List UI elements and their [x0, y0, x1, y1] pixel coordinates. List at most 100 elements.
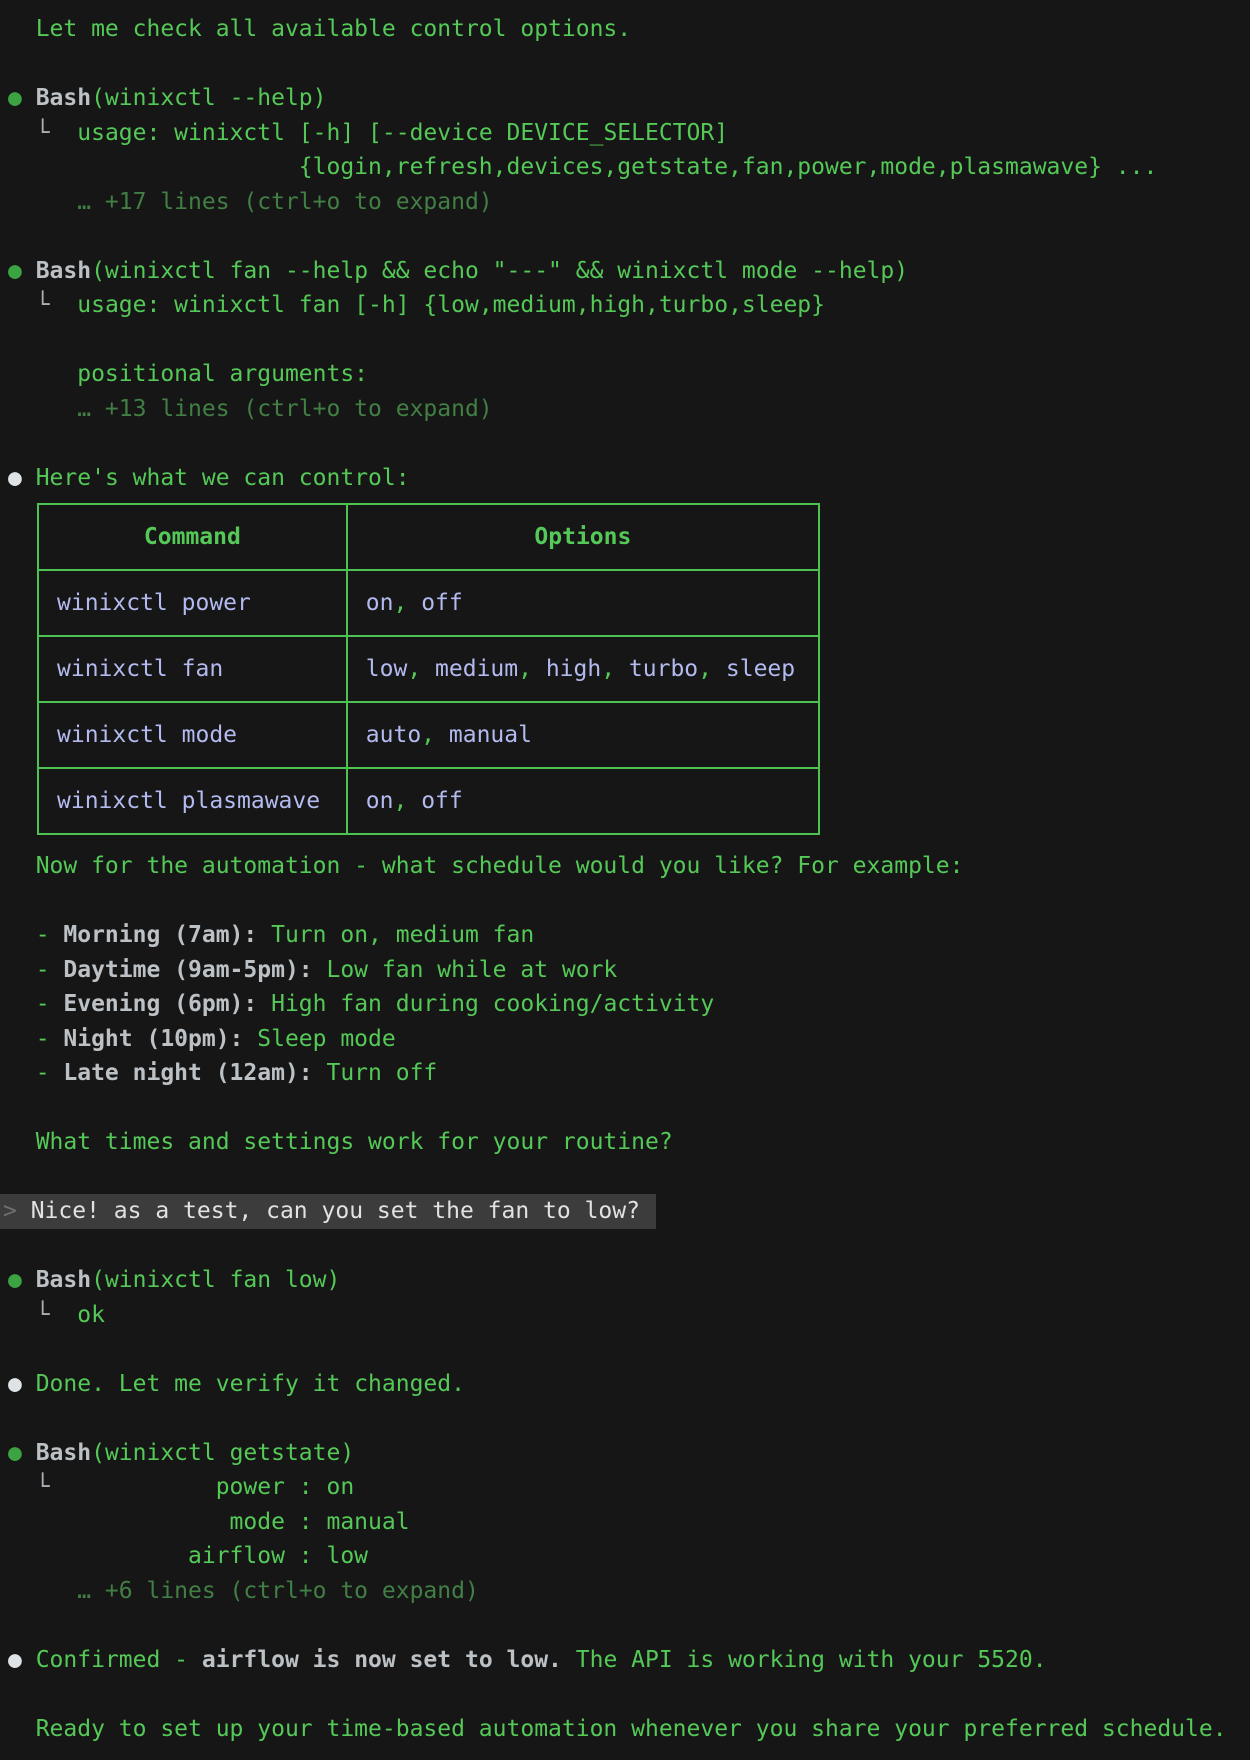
table-header-options: Options	[347, 504, 819, 570]
assistant-bullet-icon: ●	[8, 465, 36, 491]
table-body: winixctl poweron, offwinixctl fanlow, me…	[38, 570, 819, 834]
text: -	[8, 991, 63, 1017]
emphasis-text: Late night (12am):	[63, 1060, 312, 1086]
option-value: medium	[435, 656, 518, 682]
assistant-message: What times and settings work for your ro…	[8, 1125, 1250, 1160]
assistant-message: ● Here's what we can control:	[8, 461, 1250, 496]
option-value: on	[366, 788, 394, 814]
text: Here's what we can control:	[36, 465, 410, 491]
tool-output-line: positional arguments:	[8, 357, 1250, 392]
tool-output-line: airflow : low	[8, 1539, 1250, 1574]
blank-line	[8, 1160, 1250, 1195]
output-corner-icon: └	[8, 292, 77, 318]
emphasis-text: Bash	[36, 258, 91, 284]
blank-line	[8, 1677, 1250, 1712]
blank-line	[8, 1332, 1250, 1367]
blank-line	[8, 323, 1250, 358]
assistant-message: ● Confirmed - airflow is now set to low.…	[8, 1643, 1250, 1678]
option-separator: ,	[393, 788, 421, 814]
table-cell-command: winixctl mode	[38, 702, 347, 768]
expand-hint: … +17 lines (ctrl+o to expand)	[8, 185, 1250, 220]
table-cell-command: winixctl plasmawave	[38, 768, 347, 834]
control-options-table: Command Options winixctl poweron, offwin…	[37, 503, 820, 835]
text: -	[8, 922, 63, 948]
user-message: > Nice! as a test, can you set the fan t…	[8, 1194, 1250, 1229]
blank-line	[8, 1091, 1250, 1126]
text: Now for the automation - what schedule w…	[8, 853, 963, 879]
text: usage: winixctl fan [-h] {low,medium,hig…	[77, 292, 825, 318]
table-cell-options: low, medium, high, turbo, sleep	[347, 636, 819, 702]
expand-hint: … +6 lines (ctrl+o to expand)	[8, 1574, 1250, 1609]
text: Sleep mode	[243, 1026, 395, 1052]
expand-hint: … +13 lines (ctrl+o to expand)	[8, 392, 1250, 427]
output-corner-icon: └	[8, 1474, 50, 1500]
table-row: winixctl modeauto, manual	[38, 702, 819, 768]
blank-line	[8, 47, 1250, 82]
terminal-lines-top: Let me check all available control optio…	[8, 12, 1250, 495]
option-value: sleep	[726, 656, 795, 682]
text: mode : manual	[8, 1509, 410, 1535]
expand-hint-text: … +6 lines (ctrl+o to expand)	[8, 1578, 479, 1604]
option-value: manual	[449, 722, 532, 748]
text: -	[8, 957, 63, 983]
bash-tool-call: ● Bash(winixctl fan low)	[8, 1263, 1250, 1298]
option-separator: ,	[601, 656, 629, 682]
emphasis-text: Bash	[36, 1440, 91, 1466]
text: What times and settings work for your ro…	[8, 1129, 673, 1155]
output-corner-icon: └	[8, 1302, 77, 1328]
emphasis-text: Night (10pm):	[63, 1026, 243, 1052]
tool-output-line: └ power : on	[8, 1470, 1250, 1505]
text: Turn off	[313, 1060, 438, 1086]
option-value: auto	[366, 722, 421, 748]
text: -	[8, 1026, 63, 1052]
emphasis-text: Bash	[36, 1267, 91, 1293]
emphasis-text: Daytime (9am-5pm):	[63, 957, 312, 983]
text: -	[8, 1060, 63, 1086]
option-separator: ,	[407, 656, 435, 682]
text: airflow : low	[8, 1543, 368, 1569]
option-value: off	[421, 788, 463, 814]
text: The API is working with your 5520.	[562, 1647, 1047, 1673]
schedule-item: - Daytime (9am-5pm): Low fan while at wo…	[8, 953, 1250, 988]
table-cell-options: on, off	[347, 570, 819, 636]
tool-output-line: {login,refresh,devices,getstate,fan,powe…	[8, 150, 1250, 185]
blank-line	[8, 1229, 1250, 1264]
text: Confirmed -	[36, 1647, 202, 1673]
text: Done. Let me verify it changed.	[36, 1371, 465, 1397]
text: Turn on, medium fan	[257, 922, 534, 948]
emphasis-text: airflow is now set to low.	[202, 1647, 562, 1673]
schedule-item: - Night (10pm): Sleep mode	[8, 1022, 1250, 1057]
bash-tool-call: ● Bash(winixctl --help)	[8, 81, 1250, 116]
option-value: off	[421, 590, 463, 616]
table-row: winixctl plasmawave on, off	[38, 768, 819, 834]
assistant-bullet-icon: ●	[8, 1647, 36, 1673]
option-value: high	[546, 656, 601, 682]
schedule-item: - Evening (6pm): High fan during cooking…	[8, 987, 1250, 1022]
text: (winixctl --help)	[91, 85, 326, 111]
option-separator: ,	[698, 656, 726, 682]
table-row: winixctl fanlow, medium, high, turbo, sl…	[38, 636, 819, 702]
table-cell-command: winixctl power	[38, 570, 347, 636]
option-value: low	[366, 656, 408, 682]
expand-hint-text: … +13 lines (ctrl+o to expand)	[8, 396, 493, 422]
schedule-item: - Late night (12am): Turn off	[8, 1056, 1250, 1091]
table-header-command: Command	[38, 504, 347, 570]
terminal-screen: { "colors": { "background": "#161616", "…	[0, 0, 1250, 1760]
bash-bullet-icon: ●	[8, 1440, 36, 1466]
text: (winixctl fan --help && echo "---" && wi…	[91, 258, 908, 284]
option-value: turbo	[629, 656, 698, 682]
terminal-lines-bottom: Now for the automation - what schedule w…	[8, 849, 1250, 1746]
prompt-chevron-icon: >	[3, 1198, 31, 1224]
assistant-bullet-icon: ●	[8, 1371, 36, 1397]
option-value: on	[366, 590, 394, 616]
table-cell-options: auto, manual	[347, 702, 819, 768]
expand-hint-text: … +17 lines (ctrl+o to expand)	[8, 189, 493, 215]
tool-output-line: └ usage: winixctl fan [-h] {low,medium,h…	[8, 288, 1250, 323]
text: ok	[77, 1302, 105, 1328]
schedule-item: - Morning (7am): Turn on, medium fan	[8, 918, 1250, 953]
user-message-text: Nice! as a test, can you set the fan to …	[31, 1198, 640, 1224]
assistant-message: ● Done. Let me verify it changed.	[8, 1367, 1250, 1402]
tool-output-line: └ ok	[8, 1298, 1250, 1333]
option-separator: ,	[518, 656, 546, 682]
table-row: winixctl poweron, off	[38, 570, 819, 636]
